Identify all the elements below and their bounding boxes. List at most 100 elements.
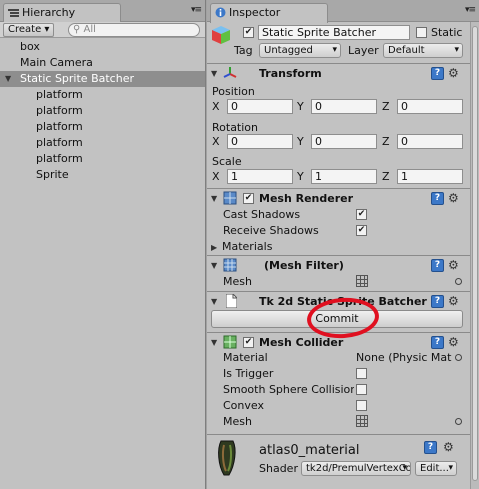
static-checkbox[interactable] bbox=[416, 27, 427, 38]
mesh-collider-help-icon[interactable]: ? bbox=[431, 336, 444, 349]
position-x-label[interactable]: X bbox=[212, 100, 220, 113]
mesh-filter-title: (Mesh Filter) bbox=[264, 259, 344, 272]
rotation-label: Rotation bbox=[212, 121, 259, 134]
mesh-renderer-header[interactable]: ▼ ✔ Mesh Renderer ? ⚙ bbox=[207, 188, 471, 208]
cast-shadows-checkbox[interactable]: ✔ bbox=[356, 209, 367, 220]
hierarchy-item[interactable]: platform bbox=[0, 103, 205, 119]
hierarchy-toolbar: Create ▾ ⚲ All bbox=[0, 22, 205, 38]
transform-title: Transform bbox=[259, 67, 322, 80]
mesh-collider-icon bbox=[223, 335, 237, 352]
mesh-filter-header[interactable]: ▼ (Mesh Filter) ? ⚙ bbox=[207, 255, 471, 275]
scale-x-field[interactable]: 1 bbox=[227, 169, 293, 184]
rotation-y-label[interactable]: Y bbox=[297, 135, 304, 148]
position-y-field[interactable]: 0 bbox=[311, 99, 377, 114]
mesh-filter-gear-icon[interactable]: ⚙ bbox=[448, 259, 459, 272]
transform-foldout-icon[interactable]: ▼ bbox=[211, 69, 217, 78]
tab-inspector-label: Inspector bbox=[229, 6, 281, 19]
mesh-renderer-help-icon[interactable]: ? bbox=[431, 192, 444, 205]
tk2d-batcher-gear-icon[interactable]: ⚙ bbox=[448, 295, 459, 308]
rotation-z-field[interactable]: 0 bbox=[397, 134, 463, 149]
tk2d-batcher-foldout-icon[interactable]: ▼ bbox=[211, 297, 217, 306]
material-name: atlas0_material bbox=[259, 443, 360, 458]
receive-shadows-label: Receive Shadows bbox=[223, 224, 319, 237]
position-y-label[interactable]: Y bbox=[297, 100, 304, 113]
transform-header[interactable]: ▼ Transform ? ⚙ bbox=[207, 63, 471, 83]
position-z-field[interactable]: 0 bbox=[397, 99, 463, 114]
rotation-x-label[interactable]: X bbox=[212, 135, 220, 148]
hierarchy-item[interactable]: platform bbox=[0, 87, 205, 103]
rotation-x-field[interactable]: 0 bbox=[227, 134, 293, 149]
hierarchy-panel-menu-icon[interactable]: ▾≡ bbox=[191, 5, 202, 15]
rotation-z-label[interactable]: Z bbox=[382, 135, 390, 148]
search-placeholder: All bbox=[83, 24, 96, 35]
material-gear-icon[interactable]: ⚙ bbox=[443, 441, 454, 454]
mesh-renderer-enabled-checkbox[interactable]: ✔ bbox=[243, 193, 254, 204]
hierarchy-item-label: Main Camera bbox=[20, 56, 93, 69]
mesh-collider-foldout-icon[interactable]: ▼ bbox=[211, 338, 217, 347]
hierarchy-item-label: box bbox=[20, 40, 40, 53]
inspector-panel-menu-icon[interactable]: ▾≡ bbox=[465, 5, 476, 15]
tag-dropdown[interactable]: Untagged bbox=[259, 43, 341, 58]
hierarchy-item[interactable]: Sprite bbox=[0, 167, 205, 183]
position-x-field[interactable]: 0 bbox=[227, 99, 293, 114]
is-trigger-checkbox[interactable] bbox=[356, 368, 367, 379]
inspector-scrollbar-thumb[interactable] bbox=[472, 26, 478, 481]
info-icon bbox=[215, 7, 226, 21]
materials-foldout-icon[interactable]: ▶ bbox=[211, 243, 217, 252]
collider-material-label: Material bbox=[223, 351, 268, 364]
mesh-filter-help-icon[interactable]: ? bbox=[431, 259, 444, 272]
inspector-scrollbar[interactable] bbox=[470, 22, 479, 489]
scale-z-field[interactable]: 1 bbox=[397, 169, 463, 184]
script-file-icon bbox=[225, 293, 238, 311]
rotation-y-field[interactable]: 0 bbox=[311, 134, 377, 149]
expand-triangle-icon[interactable]: ▼ bbox=[5, 71, 11, 87]
convex-label: Convex bbox=[223, 399, 264, 412]
hierarchy-item[interactable]: platform bbox=[0, 119, 205, 135]
collider-mesh-picker-icon[interactable] bbox=[455, 418, 462, 425]
receive-shadows-checkbox[interactable]: ✔ bbox=[356, 225, 367, 236]
transform-help-icon[interactable]: ? bbox=[431, 67, 444, 80]
tab-hierarchy[interactable]: Hierarchy bbox=[3, 3, 121, 23]
hierarchy-search-input[interactable]: ⚲ All bbox=[68, 23, 200, 37]
layer-dropdown[interactable]: Default bbox=[383, 43, 463, 58]
smooth-sphere-collisions-label: Smooth Sphere Collisions bbox=[223, 383, 354, 396]
search-icon: ⚲ bbox=[73, 24, 81, 35]
hierarchy-item[interactable]: ▼ Static Sprite Batcher bbox=[0, 71, 205, 87]
smooth-sphere-collisions-checkbox[interactable] bbox=[356, 384, 367, 395]
mesh-filter-foldout-icon[interactable]: ▼ bbox=[211, 261, 217, 270]
scale-y-field[interactable]: 1 bbox=[311, 169, 377, 184]
mesh-renderer-gear-icon[interactable]: ⚙ bbox=[448, 192, 459, 205]
mesh-filter-object-picker-icon[interactable] bbox=[455, 278, 462, 285]
collider-material-value[interactable]: None (Physic Material) bbox=[356, 351, 452, 364]
position-z-label[interactable]: Z bbox=[382, 100, 390, 113]
tab-inspector[interactable]: Inspector bbox=[210, 3, 328, 23]
hierarchy-item-label: platform bbox=[36, 120, 83, 133]
tab-hierarchy-label: Hierarchy bbox=[22, 6, 76, 19]
materials-label[interactable]: Materials bbox=[222, 240, 272, 253]
mesh-collider-enabled-checkbox[interactable]: ✔ bbox=[243, 337, 254, 348]
hierarchy-item-label: platform bbox=[36, 88, 83, 101]
shader-edit-button[interactable]: Edit... bbox=[415, 461, 457, 476]
scale-z-label[interactable]: Z bbox=[382, 170, 390, 183]
hierarchy-item[interactable]: box bbox=[0, 39, 205, 55]
gameobject-name-field[interactable]: Static Sprite Batcher bbox=[258, 25, 410, 40]
gameobject-active-checkbox[interactable]: ✔ bbox=[243, 27, 254, 38]
hierarchy-item-label: platform bbox=[36, 152, 83, 165]
convex-checkbox[interactable] bbox=[356, 400, 367, 411]
tk2d-batcher-help-icon[interactable]: ? bbox=[431, 295, 444, 308]
collider-material-picker-icon[interactable] bbox=[455, 354, 462, 361]
create-button[interactable]: Create ▾ bbox=[3, 23, 55, 37]
mesh-collider-gear-icon[interactable]: ⚙ bbox=[448, 336, 459, 349]
transform-gear-icon[interactable]: ⚙ bbox=[448, 67, 459, 80]
mesh-filter-mesh-label: Mesh bbox=[223, 275, 252, 288]
hierarchy-item[interactable]: Main Camera bbox=[0, 55, 205, 71]
hierarchy-item[interactable]: platform bbox=[0, 151, 205, 167]
hierarchy-item[interactable]: platform bbox=[0, 135, 205, 151]
material-help-icon[interactable]: ? bbox=[424, 441, 437, 454]
tag-label: Tag bbox=[234, 44, 253, 57]
position-label: Position bbox=[212, 85, 255, 98]
mesh-renderer-foldout-icon[interactable]: ▼ bbox=[211, 194, 217, 203]
shader-dropdown[interactable]: tk2d/PremulVertexColor bbox=[301, 461, 411, 476]
scale-x-label[interactable]: X bbox=[212, 170, 220, 183]
scale-y-label[interactable]: Y bbox=[297, 170, 304, 183]
